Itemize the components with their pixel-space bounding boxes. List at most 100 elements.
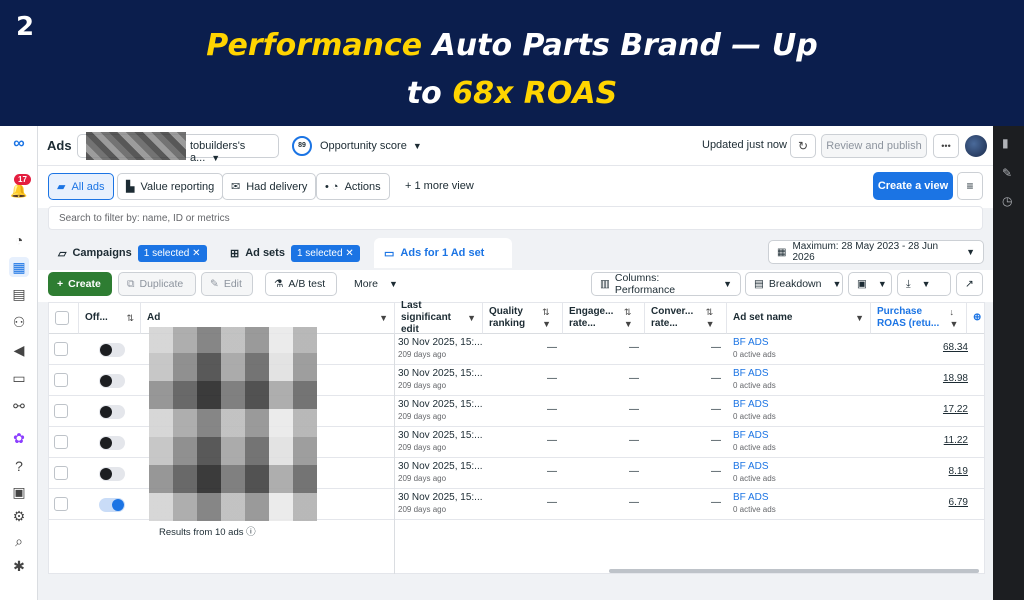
flask-icon: ⚗ xyxy=(274,278,284,290)
level-tabs: ▱ Campaigns 1 selected ✕ ⊞ Ad sets 1 selecte… xyxy=(38,234,993,270)
edit-button[interactable]: ✎ Edit xyxy=(201,272,253,296)
tab-campaigns[interactable]: ▱ Campaigns 1 selected ✕ xyxy=(48,238,217,268)
bug-icon[interactable]: ✱ xyxy=(9,556,29,576)
columns-button[interactable]: ▥ Columns: Performance ▼ xyxy=(591,272,741,296)
horizontal-scrollbar[interactable] xyxy=(609,569,979,573)
add-column-icon[interactable]: ⊕ xyxy=(967,303,984,334)
campaigns-selected-chip[interactable]: 1 selected ✕ xyxy=(137,244,207,262)
purchase-roas-cell[interactable]: 18.98 xyxy=(874,373,968,384)
purchase-roas-cell[interactable]: 11.22 xyxy=(874,435,968,446)
last-edit-cell: 30 Nov 2025, 15:... 209 days ago xyxy=(398,461,483,483)
breakdown-button[interactable]: ▤ Breakdown ▼ xyxy=(745,272,843,296)
toggle-knob xyxy=(100,406,112,418)
tab-ad-sets[interactable]: ⊞ Ad sets 1 selected ✕ xyxy=(220,238,370,268)
ad-set-cell[interactable]: BF ADS 0 active ads xyxy=(733,461,776,483)
row-checkbox[interactable] xyxy=(54,373,68,387)
create-button[interactable]: + Create xyxy=(48,272,112,296)
row-checkbox[interactable] xyxy=(54,404,68,418)
reports-button[interactable]: ▣ ▼ xyxy=(848,272,892,296)
header-ad-set-name[interactable]: Ad set name ▼ xyxy=(727,303,871,334)
view-tabs: ▰ All ads ▙ Value reporting ✉ Had delivery … xyxy=(38,166,993,208)
tab-had-delivery[interactable]: ✉ Had delivery xyxy=(222,173,317,200)
avatar[interactable] xyxy=(965,135,987,157)
row-checkbox[interactable] xyxy=(54,342,68,356)
toggle-knob xyxy=(112,499,124,511)
chevron-down-icon: ▼ xyxy=(388,279,398,289)
quality-ranking-cell: — xyxy=(547,404,557,415)
delivery-toggle[interactable] xyxy=(99,405,125,419)
sort-icon: ⇅ ▼ xyxy=(542,307,552,329)
more-options-button[interactable]: ••• xyxy=(933,134,959,158)
opportunity-score-label[interactable]: Opportunity score ▼ xyxy=(320,140,422,152)
row-checkbox[interactable] xyxy=(54,497,68,511)
search-icon[interactable]: ⌕ xyxy=(9,531,29,551)
date-range-picker[interactable]: ▦ Maximum: 28 May 2023 - 28 Jun 2026 ▼ xyxy=(768,240,984,264)
review-publish-button[interactable]: Review and publish xyxy=(821,134,927,158)
dashboard-icon[interactable]: ◔ xyxy=(9,230,29,250)
help-icon[interactable]: ? xyxy=(9,456,29,476)
audience-icon[interactable]: ⚇ xyxy=(9,312,29,332)
header-quality-ranking[interactable]: Quality ranking ⇅ ▼ xyxy=(483,303,563,334)
delivery-toggle[interactable] xyxy=(99,374,125,388)
header-purchase-roas[interactable]: Purchase ROAS (retu... ↓ ▼ xyxy=(871,303,967,334)
folder-icon: ▱ xyxy=(58,247,67,260)
duplicate-button[interactable]: ⧉ Duplicate xyxy=(118,272,196,296)
create-view-button[interactable]: Create a view xyxy=(873,172,953,200)
ad-set-cell[interactable]: BF ADS 0 active ads xyxy=(733,399,776,421)
delivery-toggle[interactable] xyxy=(99,467,125,481)
billing-icon[interactable]: ▭ xyxy=(9,368,29,388)
row-checkbox[interactable] xyxy=(54,435,68,449)
opportunity-score-badge[interactable]: 89 xyxy=(292,136,312,156)
row-checkbox[interactable] xyxy=(54,466,68,480)
header-engagement-rate[interactable]: Engage... rate... ⇅ ▼ xyxy=(563,303,645,334)
bar-chart-icon[interactable]: ▮ xyxy=(1002,136,1009,150)
quality-ranking-cell: — xyxy=(547,435,557,446)
meta-logo-icon[interactable]: ∞ xyxy=(9,134,29,154)
ab-test-button[interactable]: ⚗ A/B test xyxy=(265,272,337,296)
header-last-edit[interactable]: Last significant edit ▼ xyxy=(395,300,483,335)
tab-actions[interactable]: • ◔ Actions xyxy=(316,173,390,200)
toggle-knob xyxy=(100,375,112,387)
purchase-roas-cell[interactable]: 8.19 xyxy=(874,466,968,477)
sort-desc-icon: ↓ ▼ xyxy=(949,307,959,329)
ad-set-cell[interactable]: BF ADS 0 active ads xyxy=(733,430,776,452)
toggle-knob xyxy=(100,437,112,449)
view-settings-button[interactable]: ≡ xyxy=(957,172,983,200)
tab-all-ads[interactable]: ▰ All ads xyxy=(48,173,114,200)
pencil-icon[interactable]: ✎ xyxy=(1002,166,1012,180)
export-button[interactable]: ⤓ ▼ xyxy=(897,272,951,296)
more-views-link[interactable]: + 1 more view xyxy=(405,180,474,192)
more-button[interactable]: More ▼ xyxy=(346,272,406,296)
select-all-checkbox[interactable] xyxy=(55,311,69,325)
tab-value-reporting[interactable]: ▙ Value reporting xyxy=(117,173,224,200)
ai-sparkle-icon[interactable]: ✿ xyxy=(9,428,29,448)
delivery-toggle[interactable] xyxy=(99,498,125,512)
history-icon[interactable]: ◷ xyxy=(1002,194,1012,208)
duplicate-icon: ⧉ xyxy=(127,277,135,290)
refresh-button[interactable]: ↻ xyxy=(790,134,816,158)
chevron-down-icon: ▼ xyxy=(877,279,887,289)
megaphone-icon[interactable]: ◀ xyxy=(9,340,29,360)
delivery-toggle[interactable] xyxy=(99,343,125,357)
info-icon[interactable]: ⓘ xyxy=(246,527,256,538)
header-conversion-rate[interactable]: Conver... rate... ⇅ ▼ xyxy=(645,303,727,334)
search-input[interactable]: Search to filter by: name, ID or metrics xyxy=(48,206,983,230)
purchase-roas-cell[interactable]: 6.79 xyxy=(874,497,968,508)
connections-icon[interactable]: ⚯ xyxy=(9,396,29,416)
ad-set-cell[interactable]: BF ADS 0 active ads xyxy=(733,337,776,359)
ad-set-cell[interactable]: BF ADS 0 active ads xyxy=(733,492,776,514)
adsets-selected-chip[interactable]: 1 selected ✕ xyxy=(290,244,360,262)
redacted-ad-thumbnails xyxy=(149,327,317,521)
ad-set-cell[interactable]: BF ADS 0 active ads xyxy=(733,368,776,390)
purchase-roas-cell[interactable]: 68.34 xyxy=(874,342,968,353)
ads-manager-window: ∞ 🔔 17 ◔ ▦ ▤ ⚇ ◀ ▭ ⚯ ✿ ? ▣ ⚙ ⌕ ✱ Ads tob… xyxy=(0,126,1024,600)
delivery-toggle[interactable] xyxy=(99,436,125,450)
charts-button[interactable]: ↗ xyxy=(956,272,983,296)
pages-icon[interactable]: ▤ xyxy=(9,284,29,304)
table-icon[interactable]: ▦ xyxy=(9,257,29,277)
header-off[interactable]: Off... ⇅ xyxy=(79,303,141,334)
settings-icon[interactable]: ⚙ xyxy=(9,506,29,526)
tab-ads[interactable]: ▭ Ads for 1 Ad set xyxy=(374,238,512,268)
news-icon[interactable]: ▣ xyxy=(9,482,29,502)
purchase-roas-cell[interactable]: 17.22 xyxy=(874,404,968,415)
